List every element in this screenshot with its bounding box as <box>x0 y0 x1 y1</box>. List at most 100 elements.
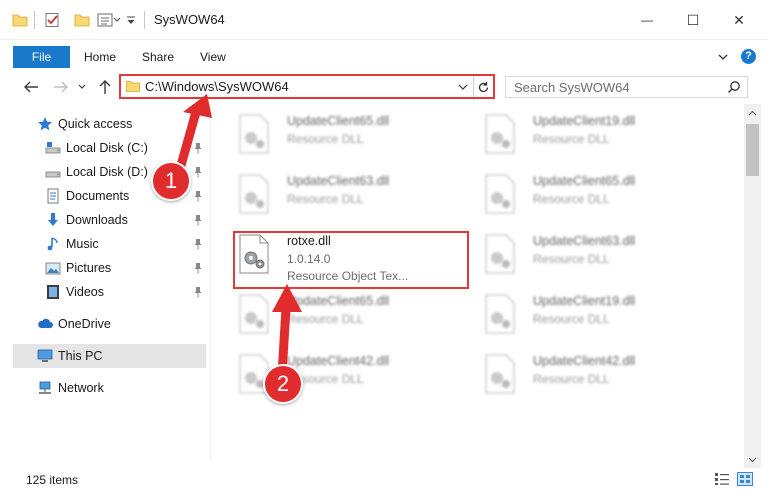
item-count: 125 items <box>26 473 79 487</box>
customize-toolbar-icon[interactable] <box>97 12 121 28</box>
sidebar-item-onedrive[interactable]: OneDrive <box>0 312 206 336</box>
back-button[interactable] <box>22 78 40 96</box>
maximize-button[interactable]: ☐ <box>670 0 716 40</box>
sidebar-item-label: Local Disk (D:) <box>66 165 148 179</box>
properties-check-icon[interactable] <box>44 12 60 28</box>
search-box[interactable]: Search SysWOW64 <box>505 76 748 98</box>
forward-arrow-icon <box>54 81 68 93</box>
chevron-down-icon <box>78 84 86 89</box>
sidebar-item-local-disk-c[interactable]: Local Disk (C:) <box>0 136 206 160</box>
pin-icon[interactable] <box>193 262 203 274</box>
file-description: Resource DLL <box>533 132 610 146</box>
scroll-down-button[interactable] <box>744 451 761 468</box>
file-description: Resource DLL <box>533 192 610 206</box>
tab-view[interactable]: View <box>186 46 240 68</box>
up-arrow-icon <box>99 80 111 94</box>
close-button[interactable]: ✕ <box>716 0 762 40</box>
sidebar-item-pictures[interactable]: Pictures <box>0 256 206 280</box>
dll-file-icon <box>239 114 269 154</box>
vertical-scrollbar[interactable] <box>744 104 761 468</box>
file-highlight-box <box>233 231 469 289</box>
music-icon <box>47 237 58 251</box>
dll-file-icon <box>239 294 269 334</box>
back-arrow-icon <box>24 81 38 93</box>
step-badge-1: 1 <box>151 161 191 201</box>
pin-icon[interactable] <box>193 238 203 250</box>
search-icon[interactable] <box>727 80 741 94</box>
title-separator <box>144 11 145 29</box>
download-icon <box>48 213 58 226</box>
sidebar-item-label: Local Disk (C:) <box>66 141 148 155</box>
help-button[interactable]: ? <box>741 49 756 64</box>
file-tile[interactable]: UpdateClient42.dll Resource DLL <box>476 346 716 402</box>
sidebar-item-music[interactable]: Music <box>0 232 206 256</box>
address-path[interactable]: C:\Windows\SysWOW64 <box>145 79 289 94</box>
sidebar-item-label: Music <box>66 237 99 251</box>
status-bar: 125 items <box>0 468 769 490</box>
file-name: UpdateClient65.dll <box>287 114 390 128</box>
navigation-bar: C:\Windows\SysWOW64 Search SysWOW64 <box>0 72 769 102</box>
chevron-up-icon <box>748 110 757 115</box>
folder-icon <box>12 14 28 27</box>
tab-home[interactable]: Home <box>70 46 130 68</box>
cloud-icon <box>38 318 53 328</box>
recent-locations-button[interactable] <box>76 78 88 96</box>
file-tile[interactable]: UpdateClient19.dll Resource DLL <box>476 106 716 162</box>
scroll-up-button[interactable] <box>744 104 761 121</box>
details-view-icon[interactable] <box>714 472 730 486</box>
file-name: UpdateClient19.dll <box>533 114 636 128</box>
pictures-icon <box>45 262 61 275</box>
file-tile[interactable]: UpdateClient65.dll Resource DLL <box>230 106 470 162</box>
network-icon <box>39 381 51 394</box>
file-description: Resource DLL <box>533 372 610 386</box>
dll-file-icon <box>239 174 269 214</box>
computer-icon <box>37 349 53 362</box>
sidebar-item-label: Downloads <box>66 213 128 227</box>
sidebar-item-label: Videos <box>66 285 104 299</box>
sidebar-item-quick-access[interactable]: Quick access <box>0 112 206 136</box>
tab-file[interactable]: File <box>13 46 70 68</box>
file-description: Resource DLL <box>287 192 364 206</box>
sidebar-item-downloads[interactable]: Downloads <box>0 208 206 232</box>
file-name: UpdateClient63.dll <box>533 234 636 248</box>
toolbar-separator <box>34 11 35 29</box>
title-bar: SysWOW64 — ☐ ✕ <box>0 0 769 40</box>
tiles-view-icon[interactable] <box>737 472 753 486</box>
new-folder-icon[interactable] <box>74 12 90 28</box>
file-tile[interactable]: UpdateClient63.dll Resource DLL <box>476 226 716 282</box>
search-input[interactable]: Search SysWOW64 <box>514 80 630 95</box>
scroll-thumb[interactable] <box>746 124 759 176</box>
file-tile[interactable]: UpdateClient63.dll Resource DLL <box>230 166 470 222</box>
forward-button[interactable] <box>52 78 70 96</box>
dll-file-icon <box>485 294 515 334</box>
drive-icon <box>45 142 61 154</box>
pin-icon[interactable] <box>193 286 203 298</box>
file-name: UpdateClient42.dll <box>533 354 636 368</box>
sidebar-item-videos[interactable]: Videos <box>0 280 206 304</box>
minimize-button[interactable]: — <box>624 0 670 40</box>
file-tile[interactable]: UpdateClient65.dll Resource DLL <box>230 286 470 342</box>
refresh-button[interactable] <box>473 77 493 97</box>
expand-ribbon-chevron-icon[interactable] <box>716 50 730 64</box>
pin-icon[interactable] <box>193 166 203 178</box>
file-name: UpdateClient65.dll <box>287 294 390 308</box>
dll-file-icon <box>485 234 515 274</box>
file-name: UpdateClient63.dll <box>287 174 390 188</box>
chevron-down-icon <box>748 457 757 462</box>
file-tile[interactable]: UpdateClient65.dll Resource DLL <box>476 166 716 222</box>
address-bar[interactable]: C:\Windows\SysWOW64 <box>119 74 495 99</box>
sidebar-item-network[interactable]: Network <box>0 376 206 400</box>
pin-icon[interactable] <box>193 142 203 154</box>
window-title: SysWOW64 <box>154 12 225 27</box>
address-dropdown-icon[interactable] <box>457 81 469 93</box>
file-tile[interactable]: UpdateClient19.dll Resource DLL <box>476 286 716 342</box>
tab-share[interactable]: Share <box>128 46 188 68</box>
dll-file-icon <box>485 114 515 154</box>
sidebar-item-label: This PC <box>58 349 103 363</box>
quick-access-dropdown-icon[interactable] <box>126 12 136 28</box>
pin-icon[interactable] <box>193 190 203 202</box>
sidebar-item-this-pc[interactable]: This PC <box>13 344 206 368</box>
pin-icon[interactable] <box>193 214 203 226</box>
up-button[interactable] <box>96 78 114 96</box>
file-description: Resource DLL <box>533 312 610 326</box>
